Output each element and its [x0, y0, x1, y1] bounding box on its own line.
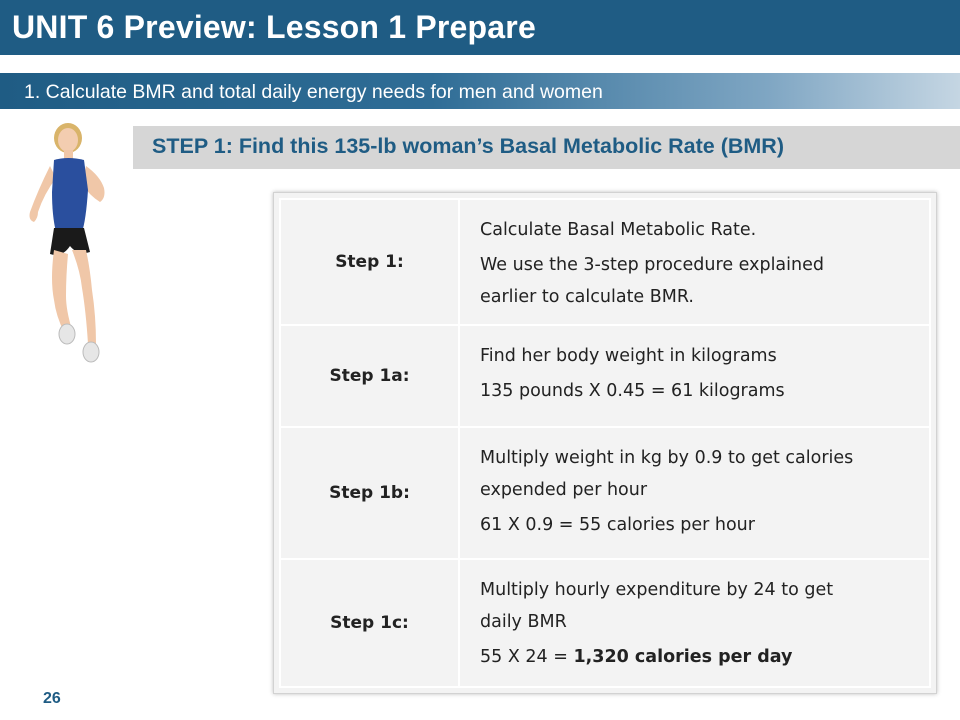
- step-line: Calculate Basal Metabolic Rate.: [480, 220, 757, 240]
- step-line: daily BMR: [480, 612, 567, 632]
- step-description: Multiply weight in kg by 0.9 to get calo…: [458, 426, 931, 560]
- step-heading: STEP 1: Find this 135-lb woman’s Basal M…: [152, 134, 784, 158]
- step-line: Multiply hourly expenditure by 24 to get: [480, 580, 834, 600]
- tank-top: [52, 158, 88, 232]
- table-row: Step 1b: Multiply weight in kg by 0.9 to…: [279, 426, 931, 560]
- slide-subtitle: 1. Calculate BMR and total daily energy …: [24, 81, 603, 103]
- step-line: We use the 3-step procedure explained: [480, 255, 824, 275]
- subtitle-bar: 1. Calculate BMR and total daily energy …: [0, 73, 960, 109]
- step-label: Step 1:: [279, 198, 460, 326]
- step-label: Step 1b:: [279, 426, 460, 560]
- step-description: Calculate Basal Metabolic Rate. We use t…: [458, 198, 931, 326]
- step-line: earlier to calculate BMR.: [480, 287, 694, 307]
- bmr-steps-table: Step 1: Calculate Basal Metabolic Rate. …: [279, 198, 931, 688]
- shoe-left: [58, 323, 76, 345]
- table-row: Step 1c: Multiply hourly expenditure by …: [279, 558, 931, 688]
- step-description: Find her body weight in kilograms 135 po…: [458, 324, 931, 428]
- result-prefix: 55 X 24 =: [480, 647, 574, 667]
- step-line: expended per hour: [480, 480, 648, 500]
- bmr-steps-table-image: Step 1: Calculate Basal Metabolic Rate. …: [273, 192, 937, 694]
- step-line: Multiply weight in kg by 0.9 to get calo…: [480, 448, 854, 468]
- table-row: Step 1a: Find her body weight in kilogra…: [279, 324, 931, 428]
- result-value: 1,320 calories per day: [573, 647, 793, 667]
- leg-right: [72, 250, 96, 344]
- leg-left: [52, 250, 72, 332]
- step-description: Multiply hourly expenditure by 24 to get…: [458, 558, 931, 688]
- step-line: 61 X 0.9 = 55 calories per hour: [480, 515, 755, 535]
- step-line: 135 pounds X 0.45 = 61 kilograms: [480, 381, 785, 401]
- slide-title: UNIT 6 Preview: Lesson 1 Prepare: [12, 9, 536, 45]
- step-line: Find her body weight in kilograms: [480, 346, 777, 366]
- head: [58, 128, 78, 152]
- shoe-right: [82, 341, 100, 363]
- title-bar: UNIT 6 Preview: Lesson 1 Prepare: [0, 0, 960, 58]
- step-label: Step 1a:: [279, 324, 460, 428]
- step-result-line: 55 X 24 = 1,320 calories per day: [480, 641, 909, 673]
- page-number: 26: [43, 690, 61, 707]
- table-row: Step 1: Calculate Basal Metabolic Rate. …: [279, 198, 931, 326]
- step-label: Step 1c:: [279, 558, 460, 688]
- step-heading-bar: STEP 1: Find this 135-lb woman’s Basal M…: [133, 126, 960, 169]
- woman-runner-image: [29, 123, 105, 363]
